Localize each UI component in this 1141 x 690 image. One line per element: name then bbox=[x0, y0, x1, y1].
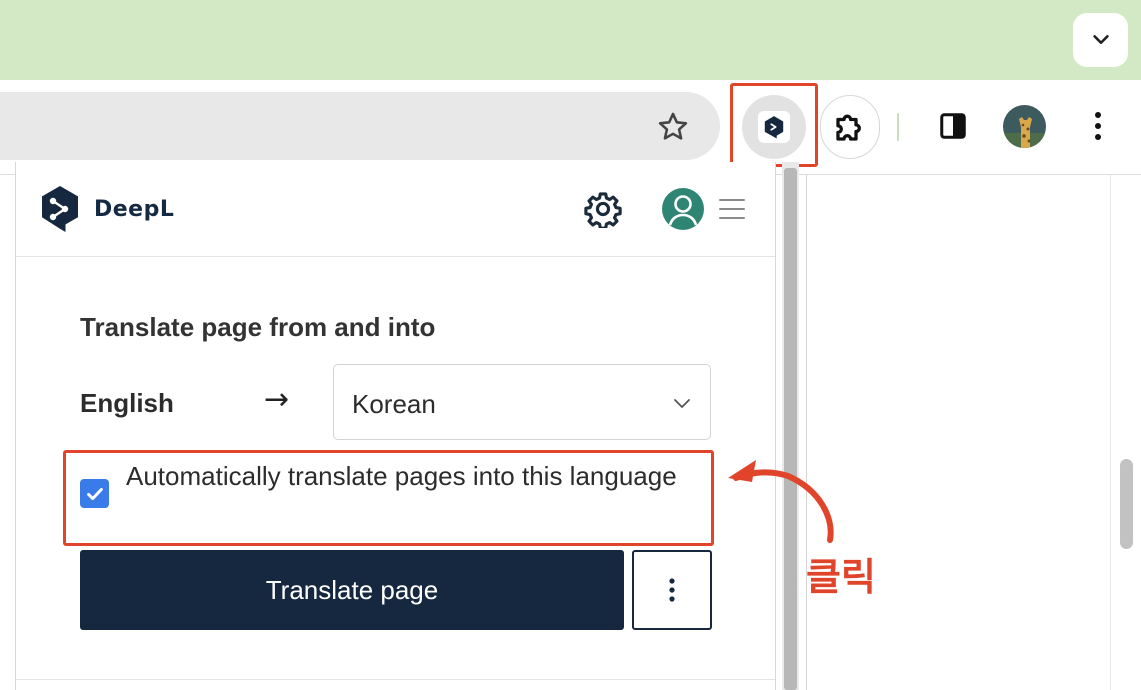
annotation-arrow-icon bbox=[728, 460, 834, 543]
page-scrollbar-thumb[interactable] bbox=[1120, 459, 1133, 549]
annotation-highlight-box bbox=[63, 450, 714, 546]
tab-search-button[interactable] bbox=[1073, 13, 1128, 67]
browser-tabstrip bbox=[0, 0, 1141, 80]
puzzle-icon bbox=[836, 114, 861, 141]
deepl-logo-icon bbox=[42, 186, 78, 232]
more-options-button[interactable] bbox=[632, 550, 712, 630]
hamburger-icon bbox=[719, 199, 745, 219]
account-button[interactable] bbox=[662, 188, 704, 230]
target-language-select[interactable]: Korean bbox=[333, 364, 711, 440]
more-vertical-icon bbox=[1095, 112, 1101, 140]
page-scrollbar[interactable] bbox=[1110, 175, 1141, 690]
bookmark-button[interactable] bbox=[650, 104, 696, 150]
deepl-extension-highlight bbox=[730, 83, 818, 167]
browser-toolbar bbox=[0, 80, 1141, 175]
target-language-value: Korean bbox=[352, 389, 436, 419]
more-vertical-icon bbox=[669, 578, 675, 602]
annotation-text: 클릭 bbox=[806, 555, 876, 599]
side-panel-icon bbox=[940, 113, 966, 139]
toolbar-separator bbox=[897, 113, 899, 141]
brand-name: DeepL bbox=[94, 196, 175, 222]
address-bar[interactable] bbox=[0, 92, 720, 160]
extensions-button[interactable] bbox=[820, 95, 880, 159]
hamburger-menu-button[interactable] bbox=[718, 198, 746, 220]
giraffe-avatar-icon bbox=[1003, 105, 1046, 148]
arrow-right-icon: → bbox=[264, 382, 290, 417]
popup-divider bbox=[16, 679, 775, 680]
deepl-brand: DeepL bbox=[40, 184, 174, 234]
popup-header: DeepL bbox=[16, 162, 775, 257]
browser-menu-button[interactable] bbox=[1076, 103, 1120, 149]
web-page-content bbox=[806, 175, 1141, 690]
settings-button[interactable] bbox=[582, 188, 624, 230]
source-language: English bbox=[80, 388, 174, 418]
popup-scrollbar[interactable] bbox=[782, 162, 799, 690]
side-panel-button[interactable] bbox=[930, 103, 976, 149]
gear-icon bbox=[584, 192, 622, 228]
translate-page-button[interactable]: Translate page bbox=[80, 550, 624, 630]
translate-page-label: Translate page bbox=[265, 574, 439, 605]
chevron-down-icon bbox=[1092, 35, 1109, 45]
star-icon bbox=[658, 112, 688, 140]
profile-avatar[interactable] bbox=[1003, 105, 1046, 148]
chevron-down-icon bbox=[674, 399, 690, 408]
popup-scrollbar-thumb[interactable] bbox=[784, 168, 797, 690]
section-title: Translate page from and into bbox=[80, 312, 436, 342]
deepl-popup: DeepL Translate page from and into Engli… bbox=[15, 162, 776, 690]
user-icon bbox=[668, 195, 698, 226]
